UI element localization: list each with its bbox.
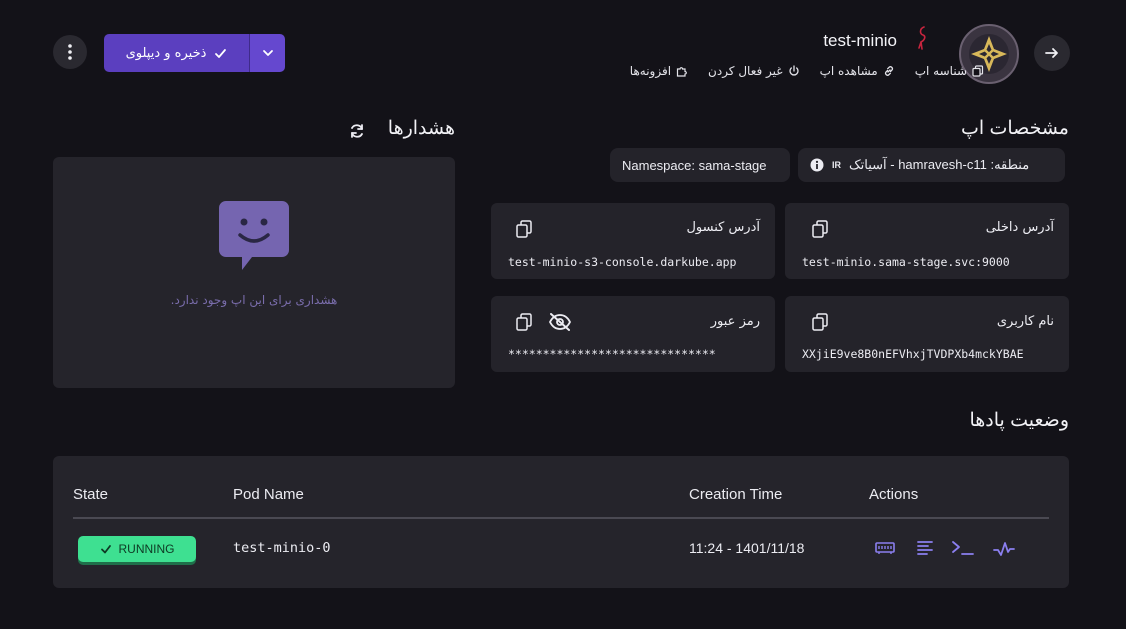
alerts-title: هشدارها bbox=[387, 118, 455, 139]
pods-title: وضعیت پادها bbox=[969, 410, 1070, 431]
power-icon bbox=[788, 65, 800, 77]
addons-link[interactable]: افزونه‌ها bbox=[630, 64, 688, 78]
username-value: XXjiE9ve8B0nEFVhxjTVDPXb4mckYBAE bbox=[802, 347, 1024, 361]
app-name: test-minio bbox=[823, 31, 897, 50]
activity-icon[interactable] bbox=[993, 540, 1015, 558]
console-address-value: test-minio-s3-console.darkube.app bbox=[508, 255, 737, 269]
password-value: ****************************** bbox=[508, 347, 716, 361]
region-chip: IR منطقه: hamravesh-c11 - آسیاتک bbox=[798, 148, 1065, 182]
app-specs-title: مشخصات اپ bbox=[961, 118, 1069, 139]
eye-off-icon[interactable] bbox=[548, 313, 572, 331]
view-app-link[interactable]: مشاهده اپ bbox=[820, 64, 895, 78]
more-options-button[interactable] bbox=[53, 35, 87, 69]
namespace-chip: Namespace: sama-stage bbox=[610, 148, 790, 182]
deactivate-label: غیر فعال کردن bbox=[708, 64, 783, 78]
header-links: شناسه اپ مشاهده اپ غیر فعال کردن افزونه‌… bbox=[630, 64, 984, 78]
table-divider bbox=[73, 517, 1049, 519]
console-address-card: آدرس کنسول test-minio-s3-console.darkube… bbox=[491, 203, 775, 279]
username-card: نام کاربری XXjiE9ve8B0nEFVhxjTVDPXb4mckY… bbox=[785, 296, 1069, 372]
region-label: منطقه: hamravesh-c11 - آسیاتک bbox=[849, 157, 1030, 172]
region-flag: IR bbox=[832, 160, 841, 170]
console-address-label: آدرس کنسول bbox=[686, 220, 760, 235]
namespace-label: Namespace: sama-stage bbox=[622, 157, 767, 173]
internal-address-value: test-minio.sama-stage.svc:9000 bbox=[802, 255, 1010, 269]
copy-icon[interactable] bbox=[812, 313, 828, 331]
pod-creation-time: 11:24 - 1401/11/18 bbox=[689, 540, 805, 556]
alerts-panel: هشداری برای این اپ وجود ندارد. bbox=[53, 157, 455, 388]
copy-icon bbox=[972, 65, 984, 77]
copy-app-id-label: شناسه اپ bbox=[914, 64, 967, 78]
refresh-icon[interactable] bbox=[349, 123, 365, 139]
column-header-creation-time: Creation Time bbox=[689, 486, 783, 503]
password-label: رمز عبور bbox=[710, 314, 760, 329]
copy-icon[interactable] bbox=[812, 220, 828, 238]
more-vertical-icon bbox=[68, 44, 72, 60]
chevron-down-icon bbox=[262, 47, 274, 59]
internal-address-card: آدرس داخلی test-minio.sama-stage.svc:900… bbox=[785, 203, 1069, 279]
back-button[interactable] bbox=[1034, 35, 1070, 71]
password-card: رمز عبور ****************************** bbox=[491, 296, 775, 372]
save-deploy-group: ذخیره و دیپلوی bbox=[104, 34, 285, 72]
check-icon bbox=[214, 47, 227, 60]
status-label: RUNNING bbox=[118, 542, 175, 556]
save-options-dropdown[interactable] bbox=[249, 34, 285, 72]
save-deploy-label: ذخیره و دیپلوی bbox=[125, 45, 207, 61]
internal-address-label: آدرس داخلی bbox=[985, 220, 1054, 235]
terminal-icon[interactable] bbox=[951, 540, 975, 556]
copy-icon[interactable] bbox=[516, 313, 532, 331]
arrow-right-icon bbox=[1044, 45, 1060, 61]
logs-icon[interactable] bbox=[916, 540, 934, 556]
column-header-actions: Actions bbox=[869, 486, 919, 503]
deactivate-link[interactable]: غیر فعال کردن bbox=[708, 64, 800, 78]
pod-name: test-minio-0 bbox=[233, 540, 331, 556]
alerts-empty-text: هشداری برای این اپ وجود ندارد. bbox=[170, 293, 338, 307]
save-deploy-button[interactable]: ذخیره و دیپلوی bbox=[104, 34, 249, 72]
smiley-chat-icon bbox=[218, 200, 290, 272]
username-label: نام کاربری bbox=[996, 314, 1054, 329]
puzzle-icon bbox=[676, 65, 688, 77]
column-header-pod-name: Pod Name bbox=[233, 486, 304, 503]
copy-app-id-link[interactable]: شناسه اپ bbox=[915, 64, 984, 78]
column-header-state: State bbox=[73, 486, 109, 503]
pods-table: State Pod Name Creation Time Actions RUN… bbox=[53, 456, 1069, 588]
link-icon bbox=[883, 65, 895, 77]
status-badge: RUNNING bbox=[78, 536, 196, 562]
check-icon bbox=[100, 543, 112, 555]
view-app-label: مشاهده اپ bbox=[819, 64, 878, 78]
info-icon[interactable] bbox=[810, 158, 824, 172]
memory-icon[interactable] bbox=[875, 540, 895, 556]
copy-icon[interactable] bbox=[516, 220, 532, 238]
minio-flamingo-icon bbox=[915, 26, 929, 50]
addons-label: افزونه‌ها bbox=[629, 64, 672, 78]
